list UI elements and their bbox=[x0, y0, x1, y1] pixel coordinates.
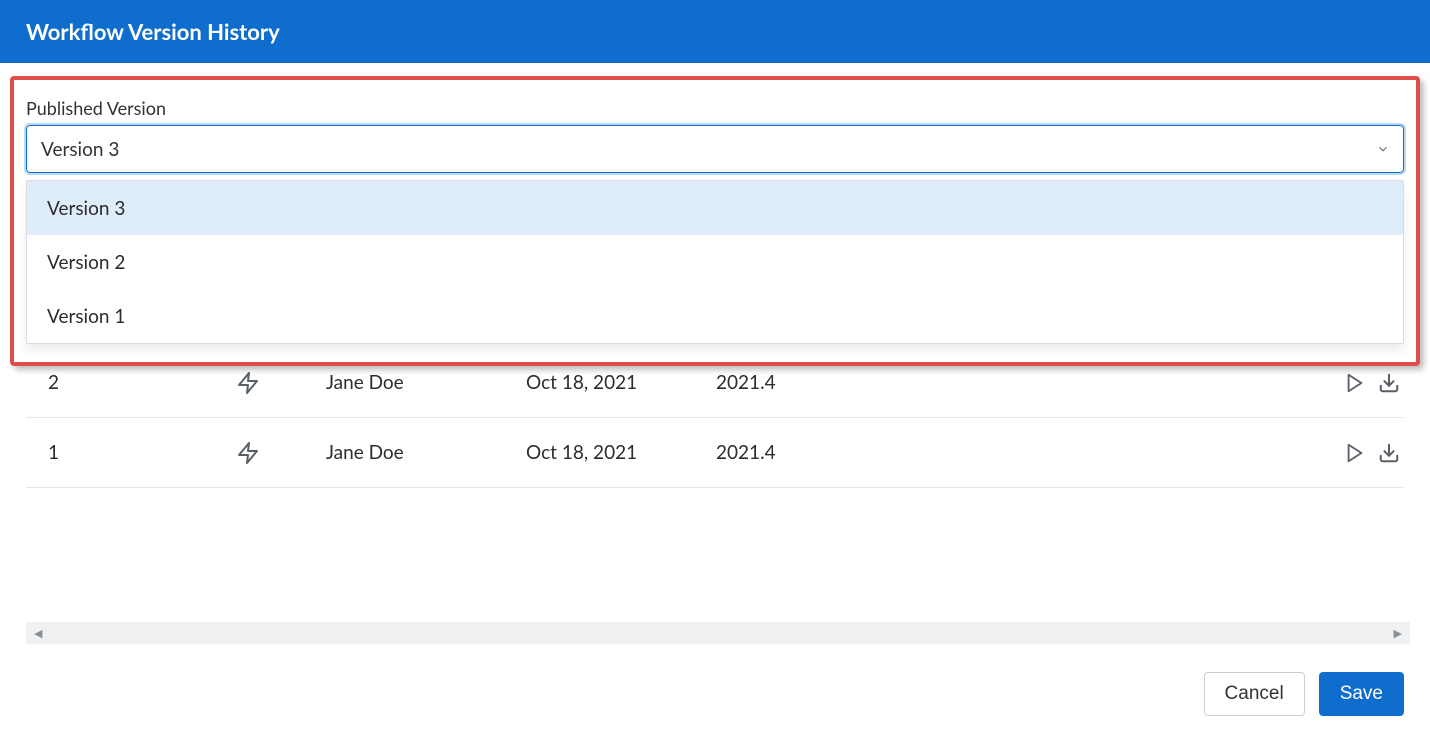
dropdown-option-version-3[interactable]: Version 3 bbox=[27, 181, 1403, 235]
scroll-right-icon[interactable]: ▶ bbox=[1394, 627, 1402, 640]
play-icon[interactable] bbox=[1344, 372, 1366, 394]
version-history-table: 2 Jane Doe Oct 18, 2021 2021.4 1 Jane Do… bbox=[26, 348, 1404, 488]
horizontal-scrollbar[interactable]: ◀ ▶ bbox=[26, 622, 1410, 644]
published-version-value[interactable]: Version 3 bbox=[26, 125, 1404, 173]
dropdown-option-label: Version 2 bbox=[47, 251, 125, 274]
cell-date: Oct 18, 2021 bbox=[526, 441, 716, 464]
dropdown-option-version-1[interactable]: Version 1 bbox=[27, 289, 1403, 343]
save-button[interactable]: Save bbox=[1319, 672, 1404, 716]
download-icon[interactable] bbox=[1378, 372, 1400, 394]
cancel-button[interactable]: Cancel bbox=[1204, 672, 1305, 716]
modal-footer: Cancel Save bbox=[1204, 672, 1404, 716]
dropdown-option-version-2[interactable]: Version 2 bbox=[27, 235, 1403, 289]
cell-release: 2021.4 bbox=[716, 371, 1324, 394]
published-version-select[interactable]: Version 3 bbox=[26, 125, 1404, 173]
dropdown-option-label: Version 3 bbox=[47, 197, 125, 220]
published-version-dropdown: Version 3 Version 2 Version 1 bbox=[26, 180, 1404, 344]
play-icon[interactable] bbox=[1344, 442, 1366, 464]
modal-body: Published Version Version 3 bbox=[0, 97, 1430, 173]
cell-version: 1 bbox=[26, 441, 236, 464]
modal-title: Workflow Version History bbox=[26, 18, 280, 45]
cancel-button-label: Cancel bbox=[1225, 683, 1284, 705]
lightning-icon bbox=[236, 441, 260, 465]
modal-header: Workflow Version History bbox=[0, 0, 1430, 63]
cell-user: Jane Doe bbox=[326, 441, 526, 464]
table-row: 1 Jane Doe Oct 18, 2021 2021.4 bbox=[26, 418, 1404, 488]
dropdown-option-label: Version 1 bbox=[47, 305, 125, 328]
cell-user: Jane Doe bbox=[326, 371, 526, 394]
table-row: 2 Jane Doe Oct 18, 2021 2021.4 bbox=[26, 348, 1404, 418]
cell-release: 2021.4 bbox=[716, 441, 1324, 464]
lightning-icon bbox=[236, 371, 260, 395]
scroll-left-icon[interactable]: ◀ bbox=[34, 627, 42, 640]
published-version-selected-text: Version 3 bbox=[41, 138, 119, 161]
download-icon[interactable] bbox=[1378, 442, 1400, 464]
published-version-label: Published Version bbox=[26, 97, 1404, 119]
cell-date: Oct 18, 2021 bbox=[526, 371, 716, 394]
save-button-label: Save bbox=[1340, 683, 1383, 705]
cell-version: 2 bbox=[26, 371, 236, 394]
